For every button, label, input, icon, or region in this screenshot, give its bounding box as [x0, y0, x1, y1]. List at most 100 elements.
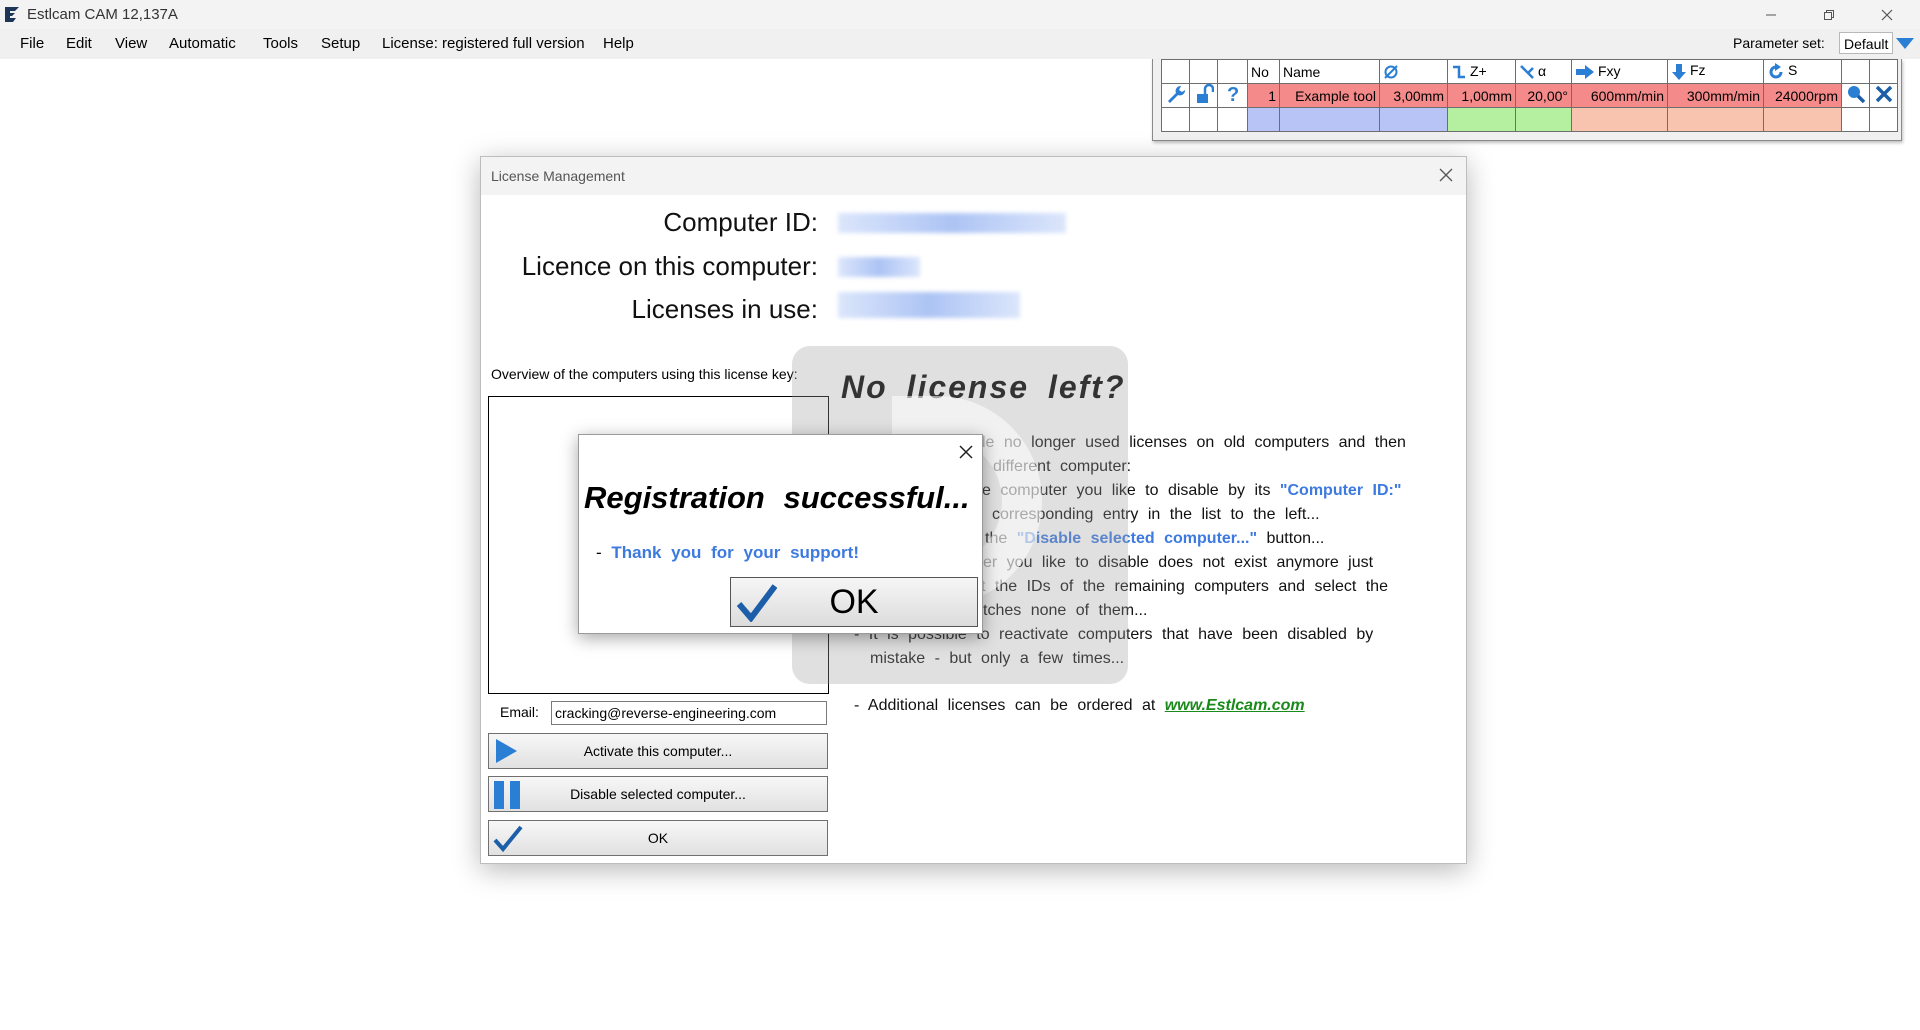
tool-col-blank [1841, 59, 1870, 84]
tool-empty-cell[interactable] [1571, 107, 1668, 132]
licenses-in-use-label: Licenses in use: [631, 294, 818, 324]
chevron-down-icon[interactable] [1895, 36, 1915, 50]
tool-fxy[interactable]: 600mm/min [1571, 83, 1668, 108]
tool-name[interactable]: Example tool [1279, 83, 1380, 108]
arrow-down-icon [1672, 63, 1686, 80]
email-field[interactable]: cracking@reverse-engineering.com [551, 701, 827, 725]
app-title: Estlcam CAM 12,137A [27, 6, 178, 23]
table-row[interactable] [1161, 107, 1898, 132]
tool-empty-cell[interactable] [1247, 107, 1280, 132]
disable-button-label: Disable selected computer... [570, 786, 746, 802]
licence-label: Licence on this computer: [521, 251, 818, 281]
tool-col-blank [1869, 59, 1898, 84]
dialog-title-bar: License Management [481, 157, 1466, 195]
tool-empty-cell[interactable] [1515, 107, 1572, 132]
licence-value [838, 257, 920, 277]
ok-button[interactable]: OK [488, 820, 828, 856]
info-text: - Additional licenses can be ordered at [854, 697, 1165, 714]
menu-setup[interactable]: Setup [321, 35, 360, 52]
menu-file[interactable]: File [20, 35, 44, 52]
tool-lock-cell[interactable] [1189, 83, 1218, 108]
computer-id-highlight: "Computer ID:" [1279, 482, 1402, 499]
tool-help-cell[interactable]: ? [1217, 83, 1248, 108]
registration-ok-label: OK [829, 583, 879, 621]
checkmark-icon [493, 825, 523, 853]
tool-search-cell[interactable] [1841, 83, 1870, 108]
tool-alpha[interactable]: 20,00° [1515, 83, 1572, 108]
question-icon: ? [1227, 84, 1239, 106]
tool-fz[interactable]: 300mm/min [1667, 83, 1764, 108]
tool-empty-cell[interactable] [1763, 107, 1842, 132]
tool-col-s: S [1763, 59, 1842, 84]
tool-panel: No Name Z+ α Fxy Fz S ? 1 Example tool 3… [1152, 59, 1902, 141]
tool-empty-cell[interactable] [1447, 107, 1516, 132]
close-icon [1875, 85, 1892, 103]
arrow-right-icon [1576, 65, 1594, 80]
email-label: Email: [500, 704, 539, 720]
registration-dialog: Registration successful... - Thank you f… [578, 434, 983, 634]
step-down-icon [1453, 65, 1465, 79]
disable-computer-button[interactable]: Disable selected computer... [488, 776, 828, 812]
tool-delete-cell[interactable] [1869, 83, 1898, 108]
parameter-set-select[interactable]: Default [1839, 32, 1893, 54]
restore-icon [1824, 9, 1834, 20]
tool-col-name: Name [1279, 59, 1380, 84]
title-bar: Estlcam CAM 12,137A [0, 0, 1920, 29]
checkmark-icon [737, 584, 777, 622]
tool-empty-cell[interactable] [1667, 107, 1764, 132]
menu-view[interactable]: View [115, 35, 147, 52]
lock-icon [1196, 83, 1214, 103]
tool-col-alpha: α [1515, 59, 1572, 84]
svg-text:?: ? [1227, 84, 1239, 104]
tool-empty-cell[interactable] [1279, 107, 1380, 132]
wrench-icon [1167, 85, 1185, 103]
tool-diameter[interactable]: 3,00mm [1379, 83, 1448, 108]
menu-automatic[interactable]: Automatic [169, 35, 236, 52]
tool-col-no: No [1247, 59, 1280, 84]
tool-col-fz: Fz [1667, 59, 1764, 84]
tool-col-blank [1161, 59, 1190, 84]
menu-tools[interactable]: Tools [263, 35, 298, 52]
close-icon[interactable] [958, 444, 974, 460]
tool-no: 1 [1247, 83, 1280, 108]
tool-s[interactable]: 24000rpm [1763, 83, 1842, 108]
estlcam-website-link[interactable]: www.Estlcam.com [1165, 697, 1305, 714]
tool-edit-cell[interactable] [1161, 83, 1190, 108]
licenses-in-use-value [838, 292, 1020, 318]
activate-computer-button[interactable]: Activate this computer... [488, 733, 828, 769]
tool-empty-cell [1217, 107, 1248, 132]
close-icon[interactable] [1438, 167, 1454, 183]
tool-col-blank [1217, 59, 1248, 84]
menu-edit[interactable]: Edit [66, 35, 92, 52]
table-row[interactable]: ? 1 Example tool 3,00mm 1,00mm 20,00° 60… [1161, 83, 1898, 108]
tool-col-diameter [1379, 59, 1448, 84]
message-prefix: - [596, 543, 612, 562]
minimize-icon [1766, 14, 1776, 15]
tool-empty-cell [1869, 107, 1898, 132]
ok-button-label: OK [647, 830, 669, 846]
tool-zplus[interactable]: 1,00mm [1447, 83, 1516, 108]
minimize-button[interactable] [1742, 0, 1800, 29]
tool-col-fxy-label: Fxy [1598, 62, 1621, 79]
tool-col-blank [1189, 59, 1218, 84]
tool-empty-cell [1841, 107, 1870, 132]
tool-table: No Name Z+ α Fxy Fz S ? 1 Example tool 3… [1161, 59, 1898, 132]
tool-empty-cell[interactable] [1379, 107, 1448, 132]
restore-button[interactable] [1800, 0, 1858, 29]
menu-license[interactable]: License: registered full version [382, 35, 585, 52]
tool-empty-cell [1189, 107, 1218, 132]
close-button[interactable] [1858, 0, 1916, 29]
thank-you-text: Thank you for your support! [611, 543, 859, 562]
registration-ok-button[interactable]: OK [730, 577, 978, 627]
tool-col-alpha-label: α [1538, 62, 1547, 79]
rotate-icon [1769, 62, 1783, 79]
menu-help[interactable]: Help [603, 35, 634, 52]
activate-button-label: Activate this computer... [583, 743, 733, 759]
tool-col-zplus-label: Z+ [1470, 62, 1487, 79]
tool-col-fxy: Fxy [1571, 59, 1668, 84]
dialog-title: License Management [491, 168, 625, 184]
diameter-icon [1384, 65, 1398, 79]
computer-id-value [838, 213, 1066, 233]
close-icon [1881, 9, 1893, 20]
estlcam-logo-icon [5, 7, 19, 22]
